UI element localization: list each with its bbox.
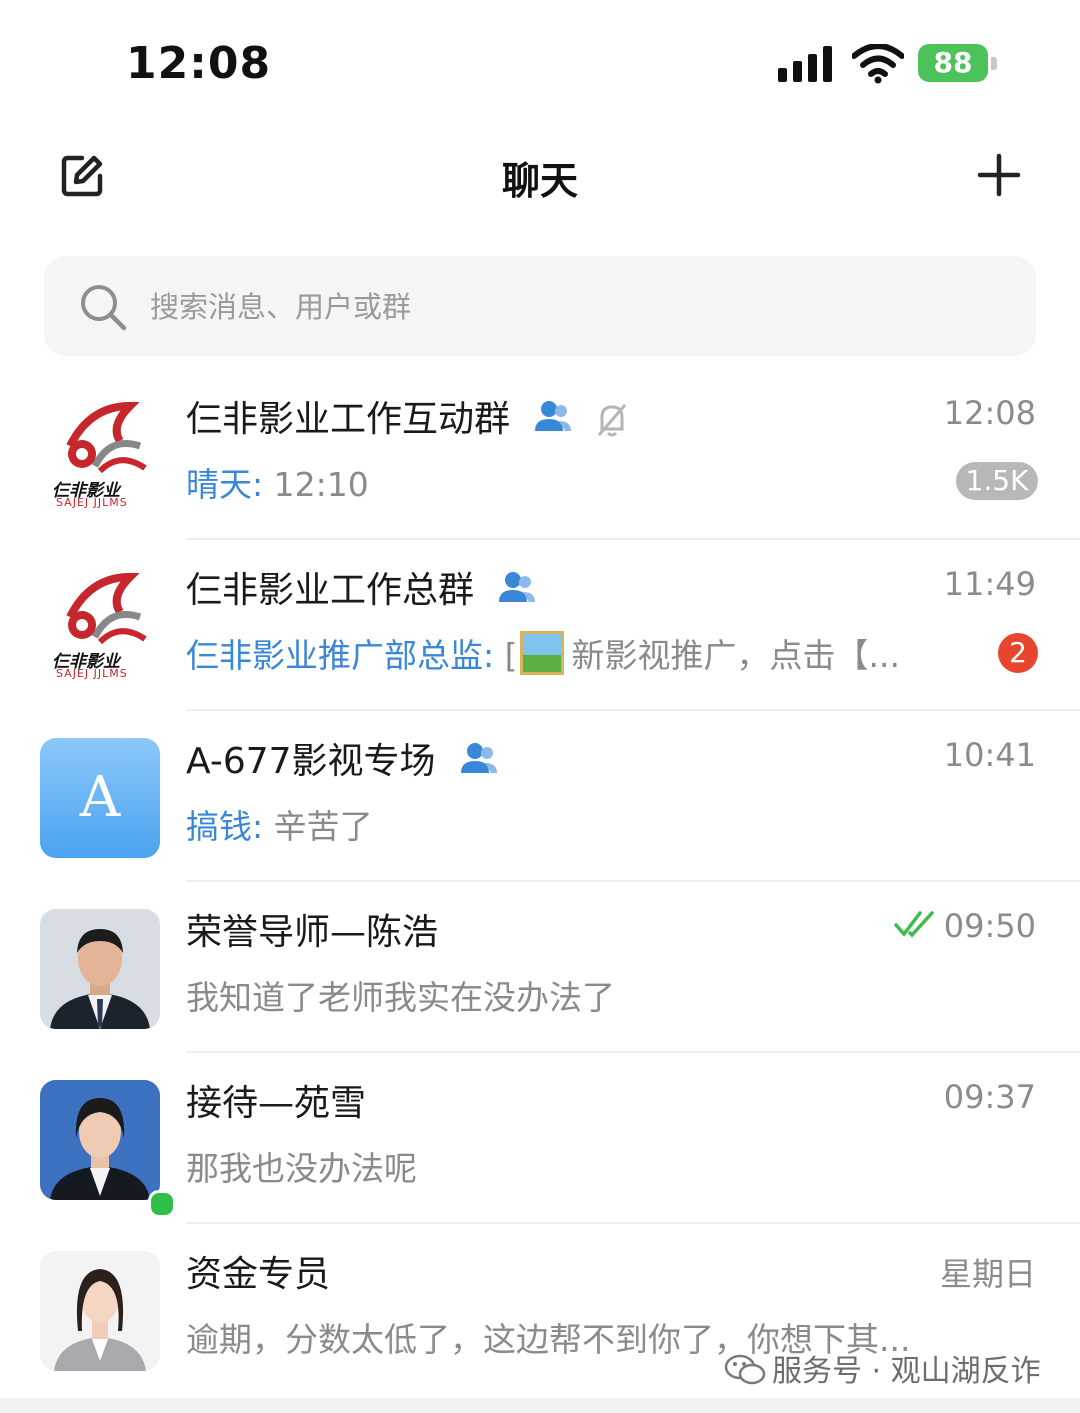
double-check-icon	[894, 911, 934, 938]
chat-time: 09:50	[894, 907, 1036, 945]
message-text: 新影视推广，点击【...	[571, 636, 900, 675]
chat-preview: 晴天: 12:10	[186, 458, 369, 506]
chat-preview: 那我也没办法呢	[186, 1142, 417, 1190]
search-bar[interactable]	[44, 256, 1036, 356]
sender-name: 搞钱:	[186, 807, 264, 846]
person-photo-icon	[40, 909, 160, 1029]
status-bar: 12:08 88	[0, 0, 1080, 120]
avatar	[40, 1251, 160, 1371]
mute-icon	[597, 404, 627, 437]
chat-name-text: 仨非影业工作总群	[186, 570, 475, 611]
bottom-strip	[0, 1398, 1080, 1413]
avatar	[40, 1080, 160, 1200]
chat-preview: 仨非影业推广部总监: [ 新影视推广，点击【...	[186, 629, 900, 677]
avatar-logo-subtext: SAJEJ JJLMS	[56, 496, 128, 509]
group-icon	[461, 743, 497, 773]
sender-name: 仨非影业推广部总监:	[186, 636, 495, 675]
search-icon	[81, 285, 127, 331]
message-text: 辛苦了	[263, 807, 373, 846]
chat-name-text: 仨非影业工作互动群	[186, 399, 511, 440]
wechat-icon	[724, 1354, 766, 1385]
avatar-logo-subtext: SAJEJ JJLMS	[56, 667, 128, 680]
divider	[186, 880, 1080, 882]
chat-name: 接待—苑雪	[186, 1083, 367, 1124]
group-icon	[499, 572, 536, 602]
person-photo-icon	[40, 1251, 160, 1371]
chat-name: 荣誉导师—陈浩	[186, 912, 439, 953]
chat-time: 星期日	[939, 1255, 1036, 1293]
page-title: 聊天	[501, 159, 578, 203]
chat-time: 09:37	[943, 1078, 1036, 1116]
battery-cap	[991, 57, 997, 70]
chat-time-text: 09:50	[943, 907, 1036, 945]
add-icon[interactable]	[976, 152, 1022, 198]
message-prefix: [	[494, 636, 518, 675]
battery-icon: 88	[918, 44, 998, 84]
chat-item[interactable]: 仨非影业 SAJEJ JJLMS 仨非影业工作互动群 12:08 晴天: 12:…	[0, 370, 1080, 540]
image-thumbnail-icon	[519, 631, 564, 675]
chat-name: 资金专员	[186, 1254, 331, 1295]
message-text: 我知道了老师我实在没办法了	[186, 978, 615, 1017]
message-text: 那我也没办法呢	[186, 1149, 417, 1188]
chat-time: 10:41	[943, 736, 1036, 774]
message-text: 12:10	[263, 465, 369, 504]
unread-badge: 1.5K	[956, 462, 1038, 500]
divider	[186, 1051, 1080, 1053]
signal-icon	[778, 46, 832, 82]
battery-level: 88	[918, 44, 988, 82]
divider	[186, 538, 1080, 540]
chat-item[interactable]: 荣誉导师—陈浩 09:50 我知道了老师我实在没办法了	[0, 883, 1080, 1053]
chat-name: 仨非影业工作互动群	[186, 390, 629, 442]
wifi-icon	[852, 44, 904, 84]
chat-item[interactable]: 接待—苑雪 09:37 那我也没办法呢	[0, 1054, 1080, 1224]
chat-preview: 搞钱: 辛苦了	[186, 800, 373, 848]
chat-name-text: A-677影视专场	[186, 741, 436, 782]
chat-name: 仨非影业工作总群	[186, 561, 537, 613]
chat-time: 11:49	[943, 565, 1036, 603]
online-status-dot	[148, 1190, 176, 1218]
unread-badge: 2	[998, 633, 1038, 673]
avatar: 仨非影业 SAJEJ JJLMS	[40, 567, 160, 687]
avatar	[40, 909, 160, 1029]
avatar-letter: A	[79, 765, 121, 830]
divider	[186, 709, 1080, 711]
avatar: 仨非影业 SAJEJ JJLMS	[40, 396, 160, 516]
chat-time: 12:08	[943, 394, 1036, 432]
search-input[interactable]	[148, 280, 992, 334]
chat-item[interactable]: 仨非影业 SAJEJ JJLMS 仨非影业工作总群 11:49 仨非影业推广部总…	[0, 541, 1080, 711]
sender-name: 晴天:	[186, 465, 264, 504]
header: 聊天	[0, 120, 1080, 230]
chat-preview: 我知道了老师我实在没办法了	[186, 971, 615, 1019]
person-photo-icon	[40, 1080, 160, 1200]
chat-item[interactable]: A A-677影视专场 10:41 搞钱: 辛苦了	[0, 712, 1080, 882]
watermark-text: 服务号 · 观山湖反诈	[772, 1354, 1041, 1389]
chat-name: A-677影视专场	[186, 732, 499, 784]
status-time: 12:08	[126, 38, 272, 89]
watermark: 服务号 · 观山湖反诈	[724, 1346, 1041, 1390]
divider	[186, 1222, 1080, 1224]
group-icon	[535, 401, 572, 431]
avatar: A	[40, 738, 160, 858]
